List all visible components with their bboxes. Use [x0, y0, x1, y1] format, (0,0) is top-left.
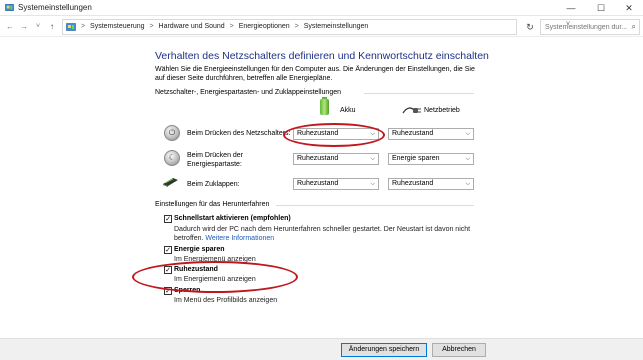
select-value: Ruhezustand	[297, 155, 339, 162]
control-panel-icon	[5, 4, 14, 11]
row-label-power-button: Beim Drücken des Netzschalters:	[187, 130, 291, 137]
power-plug-icon	[402, 107, 421, 114]
breadcrumb-item[interactable]: Systemsteuerung	[90, 23, 144, 30]
chevron-down-icon: ⌵	[465, 131, 470, 137]
page-intro: Wählen Sie die Energieeinstellungen für …	[155, 66, 475, 82]
lock-checkbox[interactable]: ✓	[164, 287, 172, 295]
power-button-ac-select[interactable]: Ruhezustand ⌵	[388, 128, 474, 140]
section-title-buttons: Netzschalter-, Energiespartasten- und Zu…	[155, 89, 341, 96]
chevron-down-icon: ⌵	[465, 181, 470, 187]
breadcrumb: > Systemsteuerung > Hardware und Sound >…	[81, 23, 371, 30]
select-value: Ruhezustand	[297, 180, 339, 187]
column-header-akku: Akku	[314, 97, 356, 124]
power-button-icon: ⏻	[164, 125, 180, 141]
select-value: Ruhezustand	[297, 130, 339, 137]
sleep-checkbox[interactable]: ✓	[164, 246, 172, 254]
page-title: Verhalten des Netzschalters definieren u…	[155, 50, 489, 62]
hibernate-checkbox[interactable]: ✓	[164, 266, 172, 274]
chevron-down-icon: ⌵	[370, 156, 375, 162]
address-bar[interactable]: > Systemsteuerung > Hardware und Sound >…	[62, 19, 570, 35]
breadcrumb-item[interactable]: Systemeinstellungen	[304, 23, 369, 30]
section-divider	[276, 205, 474, 206]
sleep-button-icon: ☾	[164, 150, 180, 166]
forward-button[interactable]: →	[18, 20, 30, 34]
search-icon[interactable]: ⌕	[632, 22, 636, 32]
column-label-akku: Akku	[340, 107, 356, 114]
chevron-down-icon: ⌵	[370, 131, 375, 137]
row-label-sleep-button: Beim Drücken der Energiespartaste:	[187, 152, 244, 168]
close-button[interactable]: ✕	[615, 0, 643, 16]
lock-option-description: Im Menü des Profilbilds anzeigen	[174, 297, 278, 304]
refresh-button[interactable]: ↻	[523, 20, 537, 34]
chevron-down-icon: ⌵	[465, 156, 470, 162]
main-content: Verhalten des Netzschalters definieren u…	[0, 38, 643, 338]
select-value: Ruhezustand	[392, 130, 434, 137]
title-bar: Systemeinstellungen — ☐ ✕	[0, 0, 643, 16]
back-button[interactable]: ←	[4, 20, 16, 34]
window-title: Systemeinstellungen	[18, 3, 92, 12]
section-title-shutdown: Einstellungen für das Herunterfahren	[155, 201, 270, 208]
breadcrumb-item[interactable]: Hardware und Sound	[159, 23, 225, 30]
sleep-option-description: Im Energiemenü anzeigen	[174, 256, 256, 263]
column-header-netzbetrieb: Netzbetrieb	[400, 105, 470, 119]
breadcrumb-item[interactable]: Energieoptionen	[239, 23, 290, 30]
search-box[interactable]: ⌕	[540, 19, 640, 35]
column-label-netzbetrieb: Netzbetrieb	[424, 107, 460, 114]
select-value: Ruhezustand	[392, 180, 434, 187]
minimize-button[interactable]: —	[557, 0, 585, 16]
fast-startup-description: Dadurch wird der PC nach dem Herunterfah…	[174, 225, 474, 243]
lid-battery-select[interactable]: Ruhezustand ⌵	[293, 178, 379, 190]
maximize-button[interactable]: ☐	[587, 0, 615, 16]
hibernate-option-description: Im Energiemenü anzeigen	[174, 276, 256, 283]
sleep-option-label: Energie sparen	[174, 246, 225, 253]
breadcrumb-separator: >	[81, 23, 86, 30]
breadcrumb-separator: >	[229, 23, 234, 30]
sleep-button-battery-select[interactable]: Ruhezustand ⌵	[293, 153, 379, 165]
save-changes-button[interactable]: Änderungen speichern	[341, 343, 427, 357]
more-info-link[interactable]: Weitere Informationen	[205, 235, 274, 242]
sleep-button-ac-select[interactable]: Energie sparen ⌵	[388, 153, 474, 165]
up-button[interactable]: ↑	[46, 20, 58, 34]
laptop-lid-icon	[163, 178, 178, 187]
recent-locations-button[interactable]: ˅	[32, 20, 44, 34]
section-divider	[364, 93, 474, 94]
breadcrumb-separator: >	[149, 23, 154, 30]
battery-icon	[320, 97, 329, 115]
fast-startup-label: Schnellstart aktivieren (empfohlen)	[174, 215, 291, 222]
footer-bar: Änderungen speichern Abbrechen	[0, 338, 643, 360]
breadcrumb-separator: >	[294, 23, 299, 30]
hibernate-option-label: Ruhezustand	[174, 266, 218, 273]
select-value: Energie sparen	[392, 155, 440, 162]
chevron-down-icon: ⌵	[370, 181, 375, 187]
address-row: ← → ˅ ↑ > Systemsteuerung > Hardware und…	[0, 17, 643, 37]
search-input[interactable]	[541, 20, 627, 34]
power-button-battery-select[interactable]: Ruhezustand ⌵	[293, 128, 379, 140]
lock-option-label: Sperren	[174, 287, 201, 294]
lid-ac-select[interactable]: Ruhezustand ⌵	[388, 178, 474, 190]
control-panel-icon	[66, 23, 76, 31]
row-label-lid: Beim Zuklappen:	[187, 181, 240, 188]
fast-startup-checkbox[interactable]: ✓	[164, 215, 172, 223]
cancel-button[interactable]: Abbrechen	[432, 343, 486, 357]
